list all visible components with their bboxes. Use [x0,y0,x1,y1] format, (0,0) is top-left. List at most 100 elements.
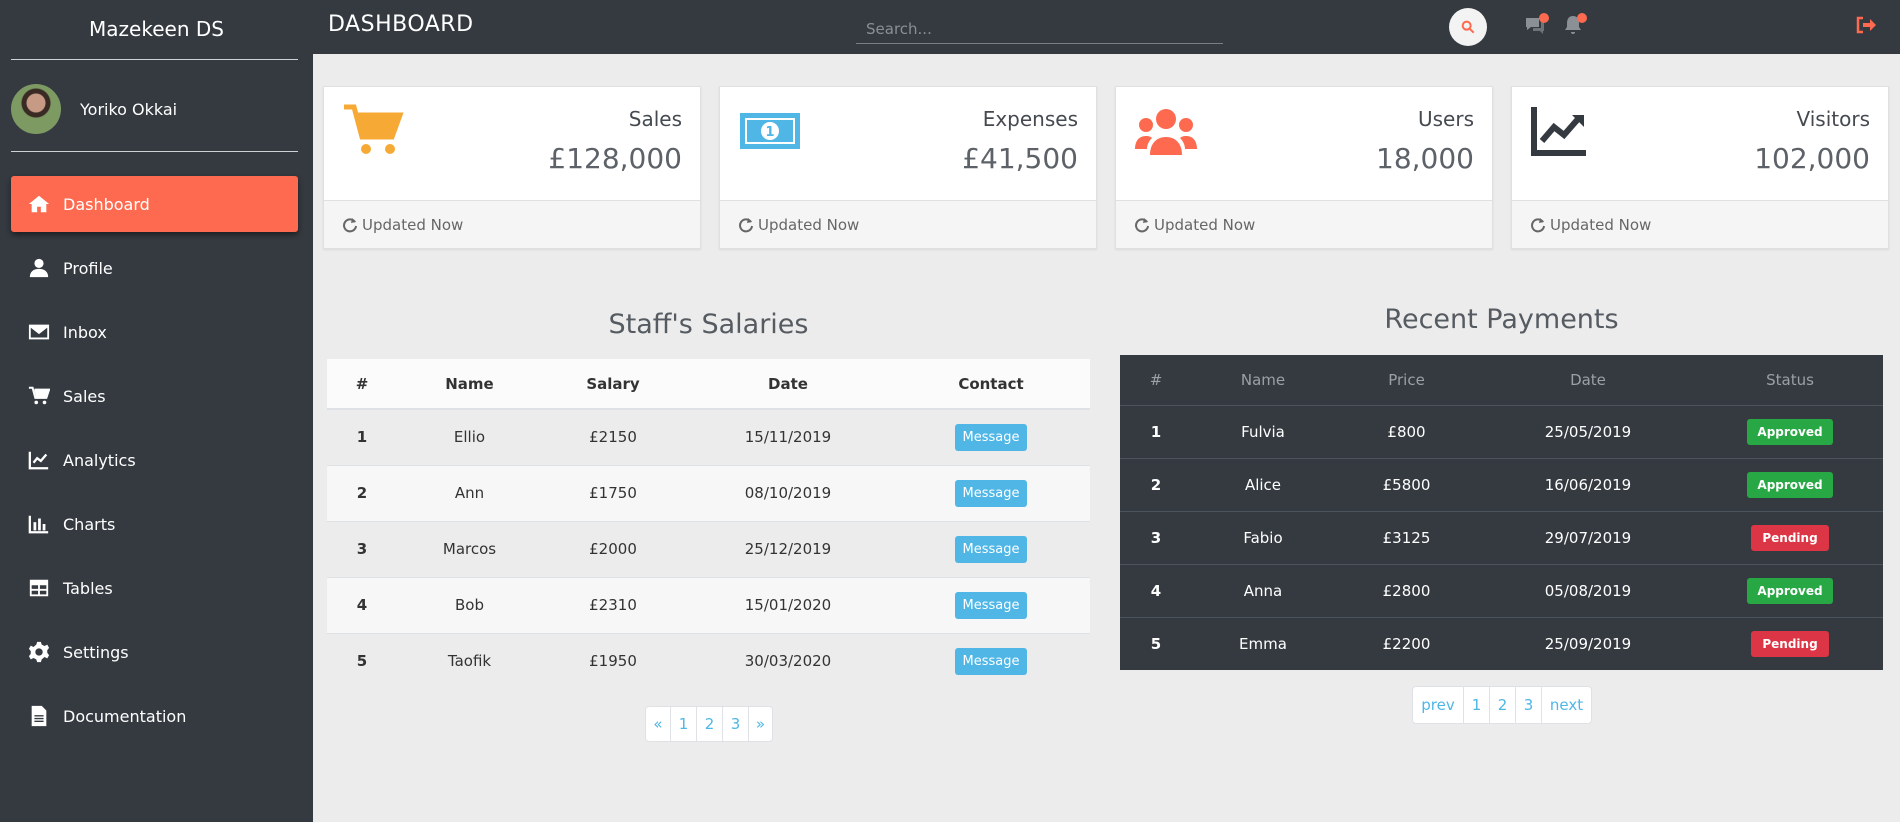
stat-card-sales: Sales £128,000 Updated Now [323,86,701,249]
topbar: DASHBOARD [313,0,1900,54]
pagination-next[interactable]: next [1541,687,1591,723]
sidebar: Mazekeen DS Yoriko Okkai Dashboard Profi… [0,0,313,822]
search-button[interactable] [1449,8,1487,46]
payment-price: £5800 [1334,457,1479,511]
stat-card-expenses: 1 Expenses £41,500 Updated Now [719,86,1097,249]
message-button[interactable]: Message [954,479,1028,507]
sidebar-item-charts[interactable]: Charts [11,496,298,552]
table-row: 5 Taofik £1950 30/03/2020 Message [327,632,1090,689]
search-icon [1461,20,1475,34]
refresh-icon [343,217,357,232]
status-cell: Approved [1697,563,1883,617]
payment-price: £2800 [1334,563,1479,617]
row-index: 5 [1120,616,1192,670]
payer-name: Fulvia [1192,404,1334,458]
message-button[interactable]: Message [954,423,1028,451]
card-footer: Updated Now [1116,200,1492,248]
payment-price: £800 [1334,404,1479,458]
salaries-pagination: « 1 2 3 » [645,706,773,742]
column-header: Contact [892,359,1090,410]
row-index: 1 [1120,404,1192,458]
user-icon [26,257,52,279]
users-icon [1134,103,1198,159]
svg-text:1: 1 [765,125,774,140]
pagination-prev[interactable]: prev [1413,687,1463,723]
pagination-next[interactable]: » [748,707,772,741]
pagination-prev[interactable]: « [646,707,670,741]
sidebar-item-label: Documentation [63,706,187,726]
avatar[interactable] [11,84,61,134]
table-row: 3 Fabio £3125 29/07/2019 Pending [1120,510,1883,564]
sidebar-item-settings[interactable]: Settings [11,624,298,680]
sign-out-icon [1856,16,1876,34]
document-icon [26,705,52,727]
staff-salary: £1950 [542,632,684,689]
staff-salary: £2310 [542,576,684,633]
table-row: 3 Marcos £2000 25/12/2019 Message [327,520,1090,577]
messages-button[interactable] [1523,13,1549,39]
status-badge: Pending [1751,524,1829,551]
brand-title[interactable]: Mazekeen DS [0,0,313,58]
card-label: Sales [628,107,682,131]
status-badge: Pending [1751,630,1829,657]
payer-name: Alice [1192,457,1334,511]
user-profile[interactable]: Yoriko Okkai [11,84,177,134]
message-button[interactable]: Message [954,591,1028,619]
pagination-page[interactable]: 3 [722,707,748,741]
stat-card-visitors: Visitors 102,000 Updated Now [1511,86,1889,249]
line-chart-icon [26,449,52,471]
trend-icon [1530,103,1594,159]
sidebar-item-dashboard[interactable]: Dashboard [11,176,298,232]
user-name: Yoriko Okkai [80,99,178,119]
column-header: Date [1479,355,1697,406]
table-row: 5 Emma £2200 25/09/2019 Pending [1120,616,1883,670]
row-index: 3 [1120,510,1192,564]
sidebar-item-tables[interactable]: Tables [11,560,298,616]
card-footer: Updated Now [324,200,700,248]
status-cell: Approved [1697,457,1883,511]
sidebar-item-inbox[interactable]: Inbox [11,304,298,360]
sidebar-item-documentation[interactable]: Documentation [11,688,298,744]
message-button[interactable]: Message [954,535,1028,563]
notifications-button[interactable] [1561,13,1587,39]
pagination-page[interactable]: 2 [1489,687,1515,723]
pagination-page[interactable]: 1 [1463,687,1489,723]
column-header: Name [1192,355,1334,406]
payer-name: Fabio [1192,510,1334,564]
pagination-page[interactable]: 2 [696,707,722,741]
message-button[interactable]: Message [954,647,1028,675]
cart-icon [342,103,406,159]
staff-date: 25/12/2019 [684,520,892,577]
sidebar-item-profile[interactable]: Profile [11,240,298,296]
staff-name: Marcos [397,520,542,577]
staff-salary: £1750 [542,464,684,521]
logout-button[interactable] [1854,13,1880,39]
pagination-page[interactable]: 3 [1515,687,1541,723]
payments-pagination: prev 1 2 3 next [1412,686,1592,724]
column-header: Price [1334,355,1479,406]
card-footer-text: Updated Now [758,215,860,234]
row-index: 2 [327,464,397,521]
status-cell: Pending [1697,510,1883,564]
table-icon [26,577,52,599]
cart-icon [26,385,52,407]
search-input[interactable] [856,14,1223,44]
payer-name: Anna [1192,563,1334,617]
sidebar-item-label: Charts [63,514,116,534]
stat-card-users: Users 18,000 Updated Now [1115,86,1493,249]
status-cell: Pending [1697,616,1883,670]
payment-date: 25/05/2019 [1479,404,1697,458]
salaries-title: Staff's Salaries [608,309,809,340]
row-index: 1 [327,408,397,465]
sidebar-item-label: Analytics [63,450,136,470]
table-row: 2 Alice £5800 16/06/2019 Approved [1120,457,1883,511]
card-label: Users [1417,107,1474,131]
table-row: 1 Fulvia £800 25/05/2019 Approved [1120,404,1883,458]
sidebar-item-sales[interactable]: Sales [11,368,298,424]
sidebar-item-analytics[interactable]: Analytics [11,432,298,488]
staff-date: 15/01/2020 [684,576,892,633]
pagination-page[interactable]: 1 [670,707,696,741]
table-header-row: # Name Price Date Status [1120,355,1883,406]
payer-name: Emma [1192,616,1334,670]
sidebar-item-label: Settings [63,642,129,662]
